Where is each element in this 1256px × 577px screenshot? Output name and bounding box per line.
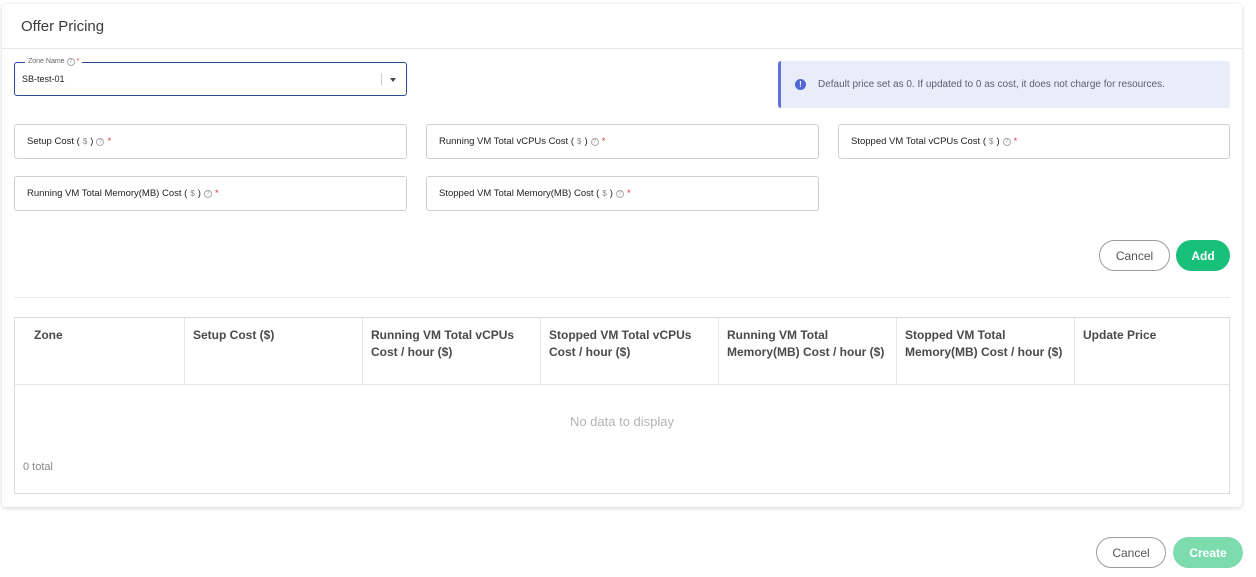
select-separator <box>381 73 382 85</box>
table-header: Zone Setup Cost ($) Running VM Total vCP… <box>15 318 1229 385</box>
offer-pricing-card: Offer Pricing Zone Name ? * SB-test-01 !… <box>2 4 1242 507</box>
required-mark: * <box>1013 136 1018 147</box>
info-icon: ! <box>795 79 806 90</box>
required-mark: * <box>626 188 631 199</box>
running-vcpus-cost-field[interactable]: Running VM Total vCPUs Cost ( $ ) ? * <box>426 124 819 159</box>
zone-name-value: SB-test-01 <box>22 74 65 84</box>
required-mark: * <box>107 136 112 147</box>
column-header-stopped-memory[interactable]: Stopped VM Total Memory(MB) Cost / hour … <box>897 318 1075 384</box>
stopped-vcpus-cost-field[interactable]: Stopped VM Total vCPUs Cost ( $ ) ? * <box>838 124 1230 159</box>
help-icon: ? <box>590 137 599 146</box>
running-memory-cost-field[interactable]: Running VM Total Memory(MB) Cost ( $ ) ?… <box>14 176 407 211</box>
divider <box>14 297 1230 298</box>
help-icon: ? <box>615 189 624 198</box>
info-banner: ! Default price set as 0. If updated to … <box>778 61 1230 108</box>
cancel-button[interactable]: Cancel <box>1099 240 1170 271</box>
column-header-running-vcpus[interactable]: Running VM Total vCPUs Cost / hour ($) <box>363 318 541 384</box>
column-header-update-price[interactable]: Update Price <box>1075 318 1229 384</box>
help-icon: ? <box>203 189 212 198</box>
required-mark: * <box>601 136 606 147</box>
card-header: Offer Pricing <box>2 4 1242 49</box>
footer-cancel-button[interactable]: Cancel <box>1096 537 1166 568</box>
create-button[interactable]: Create <box>1173 537 1243 568</box>
help-icon: ? <box>1002 137 1011 146</box>
info-text: Default price set as 0. If updated to 0 … <box>818 79 1165 90</box>
column-header-setup-cost[interactable]: Setup Cost ($) <box>185 318 363 384</box>
zone-name-label: Zone Name ? * <box>25 57 83 67</box>
help-icon: ? <box>66 58 75 66</box>
card-title: Offer Pricing <box>21 17 105 35</box>
zone-name-select[interactable]: Zone Name ? * SB-test-01 <box>14 57 407 96</box>
column-header-zone[interactable]: Zone <box>15 318 185 384</box>
total-count: 0 total <box>23 461 53 473</box>
pricing-table: Zone Setup Cost ($) Running VM Total vCP… <box>14 317 1230 494</box>
required-mark: * <box>214 188 219 199</box>
column-header-stopped-vcpus[interactable]: Stopped VM Total vCPUs Cost / hour ($) <box>541 318 719 384</box>
required-mark: * <box>76 58 80 65</box>
column-header-running-memory[interactable]: Running VM Total Memory(MB) Cost / hour … <box>719 318 897 384</box>
empty-state-text: No data to display <box>569 414 675 429</box>
stopped-memory-cost-field[interactable]: Stopped VM Total Memory(MB) Cost ( $ ) ?… <box>426 176 819 211</box>
chevron-down-icon[interactable] <box>390 78 396 82</box>
setup-cost-field[interactable]: Setup Cost ( $ ) ? * <box>14 124 407 159</box>
add-button[interactable]: Add <box>1176 240 1230 271</box>
help-icon: ? <box>96 137 105 146</box>
